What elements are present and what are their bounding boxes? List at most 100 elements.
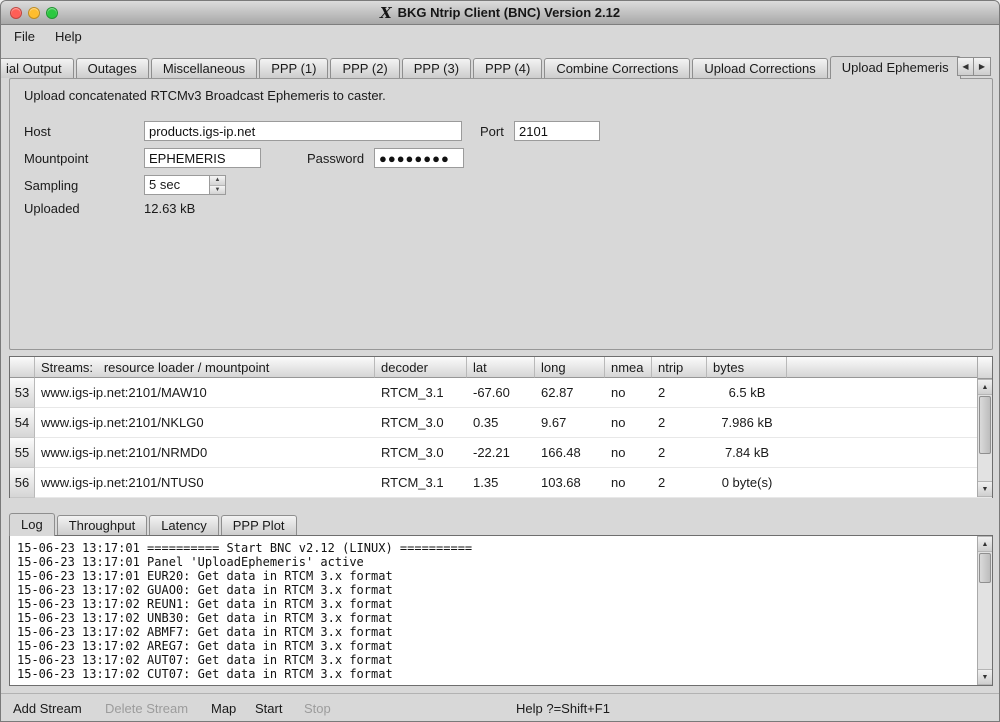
column-header-ntrip: ntrip bbox=[652, 357, 707, 378]
streams-scrollbar[interactable]: ▲ ▼ bbox=[977, 357, 992, 497]
cell-lat: 0.35 bbox=[467, 408, 535, 438]
cell-nmea: no bbox=[605, 408, 652, 438]
log-line: 15-06-23 13:17:02 REUN1: Get data in RTC… bbox=[17, 597, 974, 611]
log-scrollbar[interactable]: ▲ ▼ bbox=[977, 536, 992, 685]
cell-decoder: RTCM_3.0 bbox=[375, 408, 467, 438]
tab-combine-corrections[interactable]: Combine Corrections bbox=[544, 58, 690, 78]
tab-ppp-3[interactable]: PPP (3) bbox=[402, 58, 471, 78]
menu-file[interactable]: File bbox=[9, 27, 40, 46]
cell-decoder: RTCM_3.1 bbox=[375, 378, 467, 408]
column-header-bytes: bytes bbox=[707, 357, 787, 378]
tab-scroll-buttons: ◀ ▶ bbox=[957, 57, 991, 76]
scroll-up-icon[interactable]: ▲ bbox=[978, 379, 992, 395]
header-filler bbox=[787, 357, 992, 378]
tab-latency[interactable]: Latency bbox=[149, 515, 219, 535]
tab-miscellaneous[interactable]: Miscellaneous bbox=[151, 58, 257, 78]
cell-filler bbox=[787, 468, 992, 498]
tab-upload-ephemeris[interactable]: Upload Ephemeris bbox=[830, 56, 961, 79]
cell-stream: www.igs-ip.net:2101/NTUS0 bbox=[35, 468, 375, 498]
tab-throughput[interactable]: Throughput bbox=[57, 515, 148, 535]
map-button[interactable]: Map bbox=[211, 694, 236, 722]
log-line: 15-06-23 13:17:01 EUR20: Get data in RTC… bbox=[17, 569, 974, 583]
cell-decoder: RTCM_3.1 bbox=[375, 468, 467, 498]
statusbar: Add Stream Delete Stream Map Start Stop … bbox=[1, 693, 999, 722]
cell-ntrip: 2 bbox=[652, 408, 707, 438]
tab-log[interactable]: Log bbox=[9, 513, 55, 536]
streams-table: Streams: resource loader / mountpoint de… bbox=[9, 356, 993, 498]
scroll-down-icon[interactable]: ▼ bbox=[978, 669, 992, 685]
cell-filler bbox=[787, 438, 992, 468]
cell-bytes: 6.5 kB bbox=[707, 378, 787, 408]
sampling-value: 5 sec bbox=[145, 176, 209, 194]
row-number: 54 bbox=[10, 408, 35, 438]
cell-lat: 1.35 bbox=[467, 468, 535, 498]
tab-scroll-right-icon[interactable]: ▶ bbox=[974, 57, 991, 76]
column-header-streams: Streams: resource loader / mountpoint bbox=[35, 357, 375, 378]
column-header-nmea: nmea bbox=[605, 357, 652, 378]
tab-scroll-left-icon[interactable]: ◀ bbox=[957, 57, 974, 76]
titlebar[interactable]: X BKG Ntrip Client (BNC) Version 2.12 bbox=[1, 1, 999, 25]
scrollbar-thumb[interactable] bbox=[979, 553, 991, 583]
spin-down-icon[interactable]: ▼ bbox=[210, 185, 225, 195]
top-tabbar: ial Output Outages Miscellaneous PPP (1)… bbox=[1, 56, 999, 78]
log-line: 15-06-23 13:17:02 UNB30: Get data in RTC… bbox=[17, 611, 974, 625]
uploaded-value: 12.63 kB bbox=[144, 201, 195, 216]
scrollbar-track[interactable] bbox=[978, 584, 992, 669]
cell-long: 103.68 bbox=[535, 468, 605, 498]
tab-outages[interactable]: Outages bbox=[76, 58, 149, 78]
row-number: 53 bbox=[10, 378, 35, 408]
cell-filler bbox=[787, 408, 992, 438]
log-line: 15-06-23 13:17:02 CUT07: Get data in RTC… bbox=[17, 667, 974, 681]
log-text: 15-06-23 13:17:01 ========== Start BNC v… bbox=[11, 537, 976, 684]
log-line: 15-06-23 13:17:02 AUT07: Get data in RTC… bbox=[17, 653, 974, 667]
menu-help[interactable]: Help bbox=[50, 27, 87, 46]
sampling-spinbox[interactable]: 5 sec ▲ ▼ bbox=[144, 175, 226, 195]
x11-logo-icon: X bbox=[380, 4, 392, 22]
password-input[interactable] bbox=[374, 148, 464, 168]
log-line: 15-06-23 13:17:01 ========== Start BNC v… bbox=[17, 541, 974, 555]
password-label: Password bbox=[307, 151, 364, 166]
cell-long: 62.87 bbox=[535, 378, 605, 408]
log-panel[interactable]: 15-06-23 13:17:01 ========== Start BNC v… bbox=[9, 535, 993, 686]
tab-ppp-plot[interactable]: PPP Plot bbox=[221, 515, 297, 535]
app-window: X BKG Ntrip Client (BNC) Version 2.12 Fi… bbox=[0, 0, 1000, 722]
scrollbar-track[interactable] bbox=[978, 455, 992, 481]
upload-ephemeris-panel: Upload concatenated RTCMv3 Broadcast Eph… bbox=[9, 78, 993, 350]
scroll-down-icon[interactable]: ▼ bbox=[978, 481, 992, 497]
host-input[interactable] bbox=[144, 121, 462, 141]
column-header-lat: lat bbox=[467, 357, 535, 378]
tab-ppp-2[interactable]: PPP (2) bbox=[330, 58, 399, 78]
port-label: Port bbox=[480, 124, 504, 139]
cell-filler bbox=[787, 378, 992, 408]
cell-lat: -67.60 bbox=[467, 378, 535, 408]
cell-lat: -22.21 bbox=[467, 438, 535, 468]
spin-up-icon[interactable]: ▲ bbox=[210, 176, 225, 185]
menubar: File Help bbox=[1, 25, 999, 47]
cell-nmea: no bbox=[605, 468, 652, 498]
tab-upload-corrections[interactable]: Upload Corrections bbox=[692, 58, 827, 78]
uploaded-label: Uploaded bbox=[24, 201, 80, 216]
sampling-label: Sampling bbox=[24, 178, 78, 193]
window-title: BKG Ntrip Client (BNC) Version 2.12 bbox=[398, 5, 620, 20]
mountpoint-input[interactable] bbox=[144, 148, 261, 168]
cell-bytes: 7.84 kB bbox=[707, 438, 787, 468]
cell-bytes: 0 byte(s) bbox=[707, 468, 787, 498]
start-button[interactable]: Start bbox=[255, 694, 282, 722]
cell-nmea: no bbox=[605, 378, 652, 408]
cell-nmea: no bbox=[605, 438, 652, 468]
column-header-decoder: decoder bbox=[375, 357, 467, 378]
tab-ppp-4[interactable]: PPP (4) bbox=[473, 58, 542, 78]
help-hint: Help ?=Shift+F1 bbox=[516, 694, 610, 722]
tab-serial-output[interactable]: ial Output bbox=[1, 58, 74, 78]
scroll-up-icon[interactable]: ▲ bbox=[978, 536, 992, 552]
tab-ppp-1[interactable]: PPP (1) bbox=[259, 58, 328, 78]
add-stream-button[interactable]: Add Stream bbox=[13, 694, 82, 722]
port-input[interactable] bbox=[514, 121, 600, 141]
scrollbar-thumb[interactable] bbox=[979, 396, 991, 454]
cell-ntrip: 2 bbox=[652, 468, 707, 498]
cell-ntrip: 2 bbox=[652, 378, 707, 408]
cell-stream: www.igs-ip.net:2101/MAW10 bbox=[35, 378, 375, 408]
header-corner bbox=[10, 357, 35, 378]
column-header-long: long bbox=[535, 357, 605, 378]
log-line: 15-06-23 13:17:01 Panel 'UploadEphemeris… bbox=[17, 555, 974, 569]
